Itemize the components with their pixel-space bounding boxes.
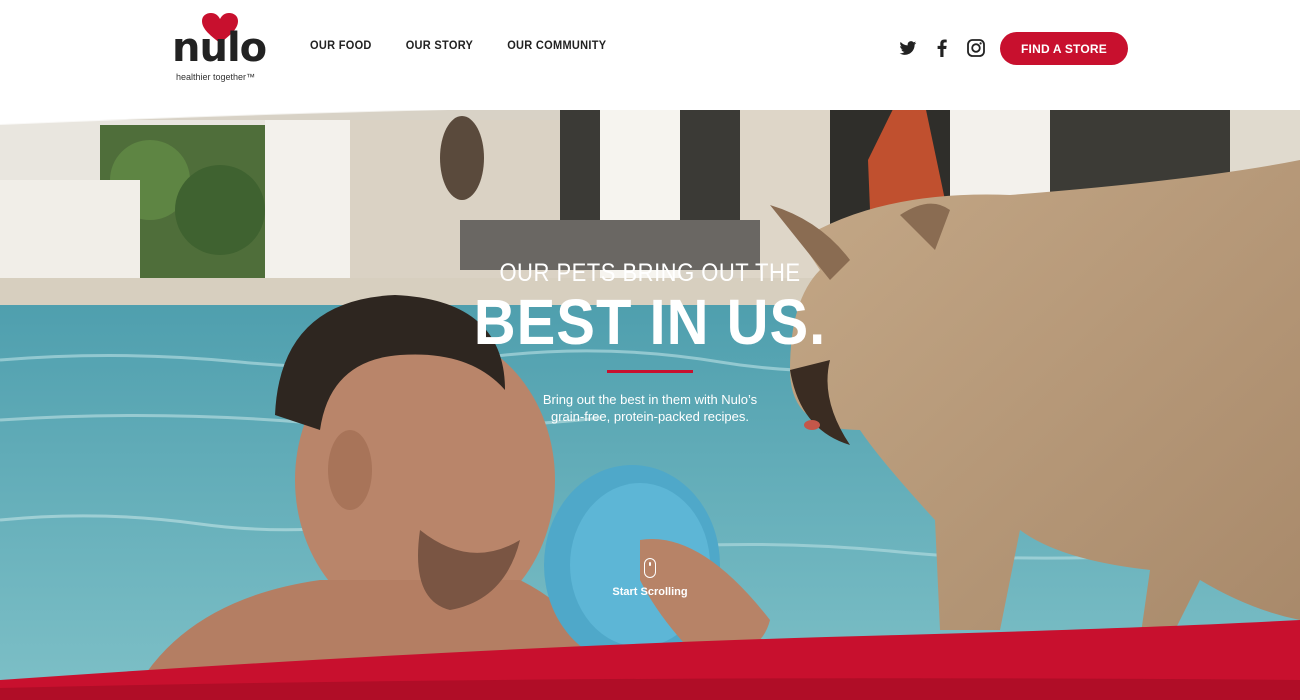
- hero-divider: [607, 370, 693, 373]
- nav-our-story[interactable]: OUR STORY: [406, 40, 474, 53]
- find-a-store-button[interactable]: FIND A STORE: [1000, 32, 1128, 65]
- hero-subtitle: Bring out the best in them with Nulo’s g…: [542, 392, 758, 424]
- facebook-icon[interactable]: [932, 38, 952, 58]
- start-scrolling-link[interactable]: Start Scrolling: [600, 558, 700, 598]
- bottom-wave-divider: [0, 620, 1300, 700]
- twitter-icon[interactable]: [898, 38, 918, 58]
- logo-tagline: healthier together™: [176, 72, 256, 82]
- nav-our-food[interactable]: OUR FOOD: [310, 40, 372, 53]
- social-links: [898, 38, 986, 58]
- hero-title: BEST IN US.: [473, 286, 827, 359]
- hero-pretitle: OUR PETS BRING OUT THE: [499, 258, 801, 287]
- start-scrolling-label: Start Scrolling: [612, 586, 688, 598]
- main-nav: OUR FOOD OUR STORY OUR COMMUNITY: [310, 40, 606, 53]
- mouse-icon: [644, 558, 656, 578]
- nav-our-community[interactable]: OUR COMMUNITY: [507, 40, 606, 53]
- site-header: nulo healthier together™ OUR FOOD OUR ST…: [0, 0, 1300, 110]
- instagram-icon[interactable]: [966, 38, 986, 58]
- logo-wordmark: nulo: [172, 25, 267, 71]
- nulo-logo[interactable]: nulo healthier together™: [170, 12, 280, 87]
- hero-copy: OUR PETS BRING OUT THE BEST IN US. Bring…: [400, 258, 900, 425]
